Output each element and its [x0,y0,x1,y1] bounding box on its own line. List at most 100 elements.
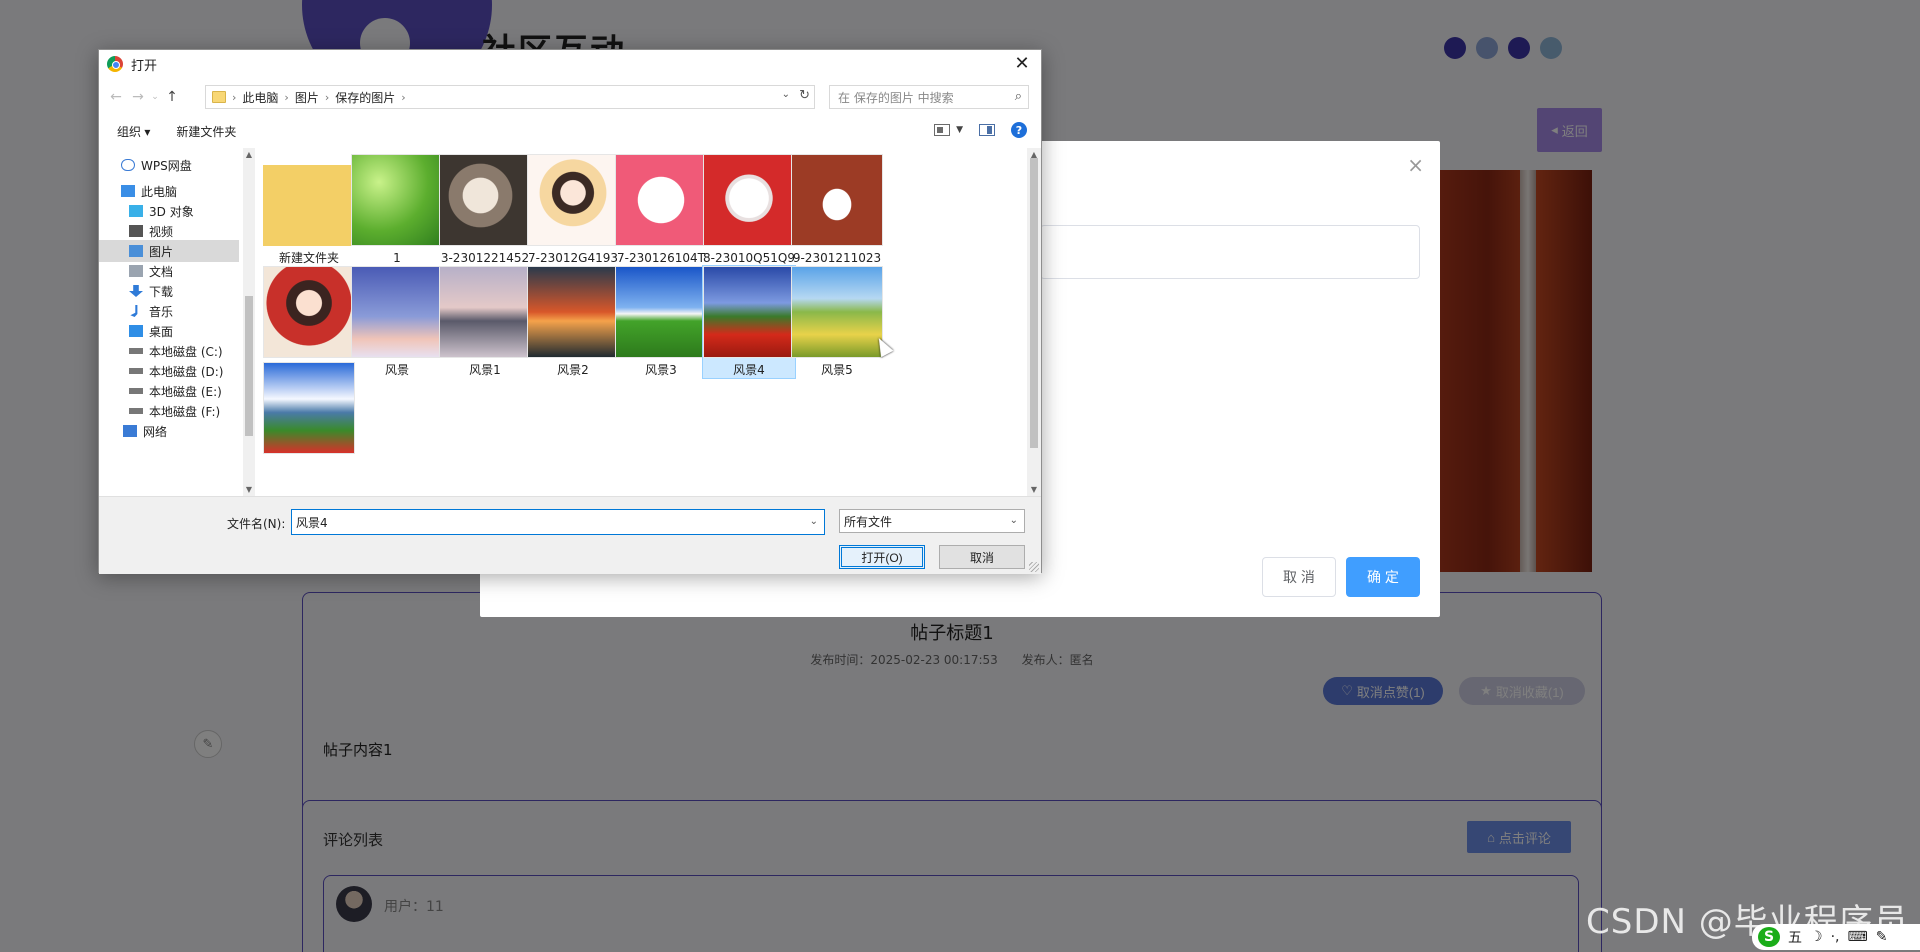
open-button[interactable]: 打开(O) [839,545,925,569]
sidebar-item[interactable]: 3D 对象 [99,200,239,222]
close-icon[interactable]: × [1407,155,1424,175]
file-item[interactable]: 风景1 [439,266,531,378]
file-item[interactable]: 风景2 [527,266,619,378]
search-input[interactable]: 在 保存的图片 中搜索 ⌕ [829,85,1029,109]
scroll-thumb[interactable] [1030,158,1038,448]
filename-value: 风景4 [296,515,328,530]
scroll-thumb[interactable] [245,296,253,436]
help-icon[interactable]: ? [1011,122,1027,138]
resize-grip[interactable] [1029,562,1039,572]
file-item[interactable]: 7-230126104T3-lp [615,154,707,282]
up-arrow-icon[interactable]: ↑ [161,89,183,105]
tools-icon[interactable]: ✎ [1876,929,1888,945]
image-thumbnail [791,154,883,246]
image-thumbnail [527,266,619,358]
punctuation-icon[interactable]: ·, [1831,929,1840,945]
desktop-icon [129,325,143,337]
sidebar-item-label: 文档 [149,264,174,279]
scroll-down-icon[interactable]: ▼ [1027,485,1041,494]
file-name: 风景4 [733,363,765,377]
cancel-button[interactable]: 取 消 [1262,557,1336,597]
sidebar-item[interactable]: 桌面 [99,320,239,342]
dialog-titlebar[interactable]: 打开 ✕ [99,50,1041,78]
drive-icon [129,348,143,354]
preview-pane-icon[interactable] [979,124,995,136]
file-item[interactable]: 风景4 [702,265,796,379]
filetype-select[interactable]: 所有文件 ⌄ [839,509,1025,533]
sidebar-item[interactable]: 本地磁盘 (C:) [99,340,239,362]
sidebar-item[interactable]: 下载 [99,280,239,302]
breadcrumb-pc[interactable]: 此电脑 [242,89,278,106]
sidebar-item[interactable]: 音乐 [99,300,239,322]
chevron-down-icon[interactable]: ⌄ [782,89,790,100]
chevron-down-icon[interactable]: ▼ [956,125,963,135]
organize-button[interactable]: 组织 ▾ [117,123,150,140]
breadcrumb-saved-pictures[interactable]: 保存的图片 [335,89,395,106]
file-item[interactable]: 8-23010Q51Q9-lp [703,154,795,282]
image-thumbnail [615,154,707,246]
new-folder-button[interactable]: 新建文件夹 [176,123,236,140]
back-arrow-icon[interactable]: ← [105,89,127,105]
crumb-separator: › [324,90,330,104]
chevron-down-icon[interactable]: ⌄ [810,516,818,527]
recent-dropdown-icon[interactable]: ⌄ [149,92,161,102]
file-item[interactable]: 新建文件夹 [263,154,355,266]
folder-icon [263,154,355,246]
filename-input[interactable]: 风景4 ⌄ [291,509,825,535]
picture-icon [129,245,143,257]
file-item[interactable]: 7-23012G41938-lp [527,154,619,282]
sidebar-item[interactable]: 网络 [99,420,239,442]
file-item[interactable]: 风景5 [791,266,883,378]
sidebar-item[interactable]: 此电脑 [99,180,239,202]
sidebar-item[interactable]: 本地磁盘 (F:) [99,400,239,422]
keyboard-icon[interactable]: ⌨ [1847,929,1867,945]
ime-toolbar[interactable]: S 五 ☽ ·, ⌨ ✎ [1752,924,1920,950]
file-item[interactable]: 风景3 [615,266,707,378]
modal-textarea[interactable] [1040,225,1420,279]
confirm-button[interactable]: 确 定 [1346,557,1420,597]
sidebar-item-label: 桌面 [149,324,174,339]
sidebar-item[interactable]: 本地磁盘 (D:) [99,360,239,382]
chrome-icon [107,56,123,72]
refresh-icon[interactable]: ↻ [799,88,810,103]
close-icon[interactable]: ✕ [1011,53,1033,75]
file-name: 风景1 [469,363,501,377]
crumb-separator: › [284,90,289,104]
file-name: 1 [393,251,401,265]
file-item[interactable]: 风景 [351,266,443,378]
filetype-value: 所有文件 [844,514,893,529]
document-icon [129,265,143,277]
address-bar[interactable]: › 此电脑 › 图片 › 保存的图片 › ⌄ ↻ [205,85,815,109]
sidebar-item[interactable]: 本地磁盘 (E:) [99,380,239,402]
image-thumbnail [439,154,531,246]
video-icon [129,225,143,237]
file-item[interactable]: 1 [351,154,443,266]
file-grid-scrollbar[interactable]: ▲ ▼ [1027,148,1041,496]
sidebar-item[interactable]: 视频 [99,220,239,242]
scroll-down-icon[interactable]: ▼ [243,485,255,494]
forward-arrow-icon[interactable]: → [127,89,149,105]
sogou-ime-icon[interactable]: S [1758,927,1780,947]
file-item[interactable] [263,362,355,458]
crumb-separator: › [232,90,237,104]
sidebar-item[interactable]: 文档 [99,260,239,282]
chevron-down-icon: ⌄ [1009,515,1018,526]
ime-mode[interactable]: 五 [1788,927,1802,947]
file-item[interactable]: 3-230122145207-lp [439,154,531,282]
image-thumbnail [263,266,355,358]
moon-icon[interactable]: ☽ [1810,929,1823,945]
sidebar-item-label: 本地磁盘 (C:) [149,344,223,359]
scroll-up-icon[interactable]: ▲ [243,150,255,159]
view-options-icon[interactable] [934,124,951,136]
sidebar-item-label: 本地磁盘 (E:) [149,384,222,399]
dialog-cancel-button[interactable]: 取消 [939,545,1025,569]
breadcrumb-pictures[interactable]: 图片 [295,89,319,106]
file-item[interactable]: 9-230121102309530-lp [791,154,883,282]
sidebar-item[interactable]: 图片 [99,240,239,262]
navigation-scrollbar[interactable]: ▲ ▼ [243,148,255,496]
image-thumbnail [615,266,707,358]
image-thumbnail [791,266,883,358]
file-grid: 新建文件夹 1 3-230122145207-lp7-23012G41938-lp7… [257,148,1027,496]
sidebar-item[interactable]: WPS网盘 [99,154,239,176]
sidebar-item-label: WPS网盘 [141,158,192,173]
